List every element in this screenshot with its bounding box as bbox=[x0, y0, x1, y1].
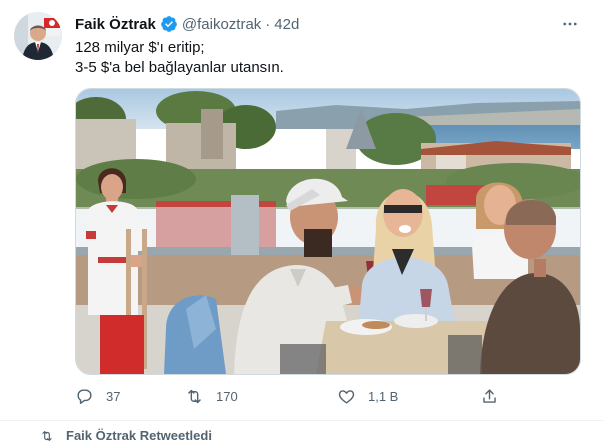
reply-icon bbox=[77, 388, 92, 404]
like-icon bbox=[338, 389, 355, 404]
photo-image bbox=[76, 89, 580, 374]
header-separator: · bbox=[265, 15, 271, 33]
retweet-button[interactable]: 170 bbox=[185, 384, 238, 408]
author-handle[interactable]: @faikoztrak bbox=[182, 16, 261, 33]
reply-count: 37 bbox=[106, 388, 121, 404]
tweet-text-line: 128 milyar $'ı eritip; bbox=[75, 39, 205, 56]
like-count: 1,1 B bbox=[368, 388, 399, 404]
tweet-text-line: 3-5 $'a bel bağlayanlar utansın. bbox=[75, 59, 284, 76]
retweeted-by-label: Faik Öztrak Retweetledi bbox=[66, 428, 212, 443]
tweet-card[interactable]: Faik Öztrak @faikoztrak · 42d 128 milyar… bbox=[0, 0, 597, 420]
tweet-header: Faik Öztrak @faikoztrak · 42d bbox=[75, 14, 299, 34]
retweet-icon bbox=[42, 430, 52, 441]
next-tweet-context[interactable]: Faik Öztrak Retweetledi bbox=[40, 428, 212, 443]
like-button[interactable]: 1,1 B bbox=[337, 384, 398, 408]
tweet-timestamp[interactable]: 42d bbox=[274, 16, 299, 33]
more-icon[interactable] bbox=[560, 14, 580, 34]
share-icon bbox=[483, 388, 496, 403]
tweet-photo[interactable] bbox=[75, 88, 581, 375]
tweet-text: 128 milyar $'ı eritip; 3-5 $'a bel bağla… bbox=[75, 38, 284, 78]
tweet-divider bbox=[0, 420, 604, 421]
reply-button[interactable]: 37 bbox=[75, 384, 120, 408]
retweet-icon bbox=[188, 389, 201, 403]
verified-badge-icon bbox=[160, 15, 178, 33]
author-name[interactable]: Faik Öztrak bbox=[75, 16, 156, 33]
retweet-count: 170 bbox=[216, 388, 238, 404]
share-button[interactable] bbox=[480, 384, 499, 408]
avatar[interactable] bbox=[14, 12, 62, 60]
tweet-actions: 37 170 1,1 B bbox=[75, 384, 505, 408]
